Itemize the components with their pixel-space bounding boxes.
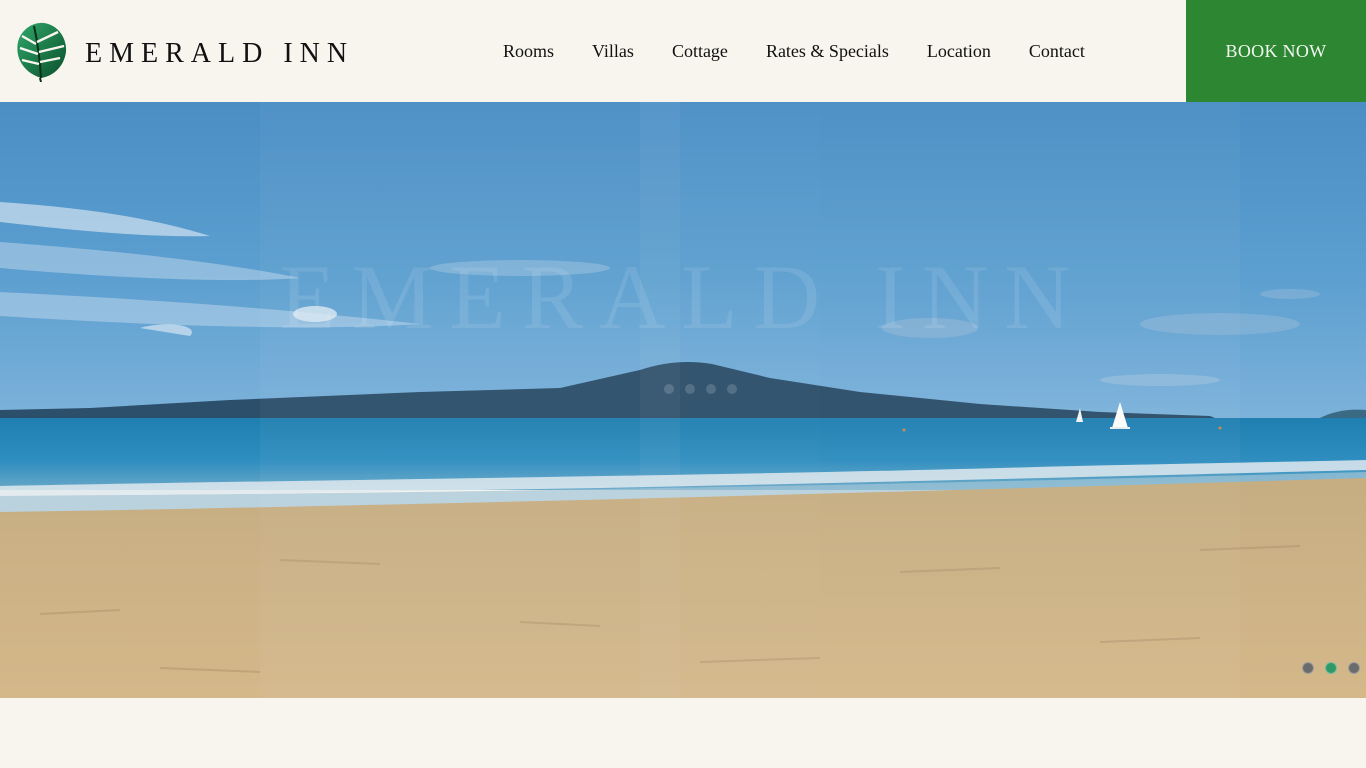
ghost-dot bbox=[706, 384, 716, 394]
nav-item-rooms[interactable]: Rooms bbox=[503, 38, 554, 64]
site-logo[interactable]: EMERALD INN bbox=[14, 20, 347, 82]
nav-item-contact[interactable]: Contact bbox=[1029, 38, 1085, 64]
slider-dot-2[interactable] bbox=[1325, 662, 1337, 674]
nav-item-cottage[interactable]: Cottage bbox=[672, 38, 728, 64]
ghost-dot bbox=[664, 384, 674, 394]
hero-ghost-dots bbox=[664, 384, 737, 394]
content-area bbox=[0, 698, 1366, 768]
nav-item-location[interactable]: Location bbox=[927, 38, 991, 64]
slider-dot-1[interactable] bbox=[1302, 662, 1314, 674]
slider-pagination bbox=[1302, 662, 1360, 674]
nav-item-villas[interactable]: Villas bbox=[592, 38, 634, 64]
monstera-leaf-icon bbox=[17, 22, 67, 82]
slider-dot-3[interactable] bbox=[1348, 662, 1360, 674]
hero-beach-image bbox=[0, 102, 1366, 698]
book-now-button[interactable]: BOOK NOW bbox=[1186, 0, 1366, 102]
main-nav: Rooms Villas Cottage Rates & Specials Lo… bbox=[503, 38, 1085, 64]
nav-item-rates-specials[interactable]: Rates & Specials bbox=[766, 38, 889, 64]
logo-text: EMERALD INN bbox=[85, 38, 355, 69]
ghost-dot bbox=[685, 384, 695, 394]
site-header: EMERALD INN Rooms Villas Cottage Rates &… bbox=[0, 0, 1366, 102]
hero-slider: EMERALD INN bbox=[0, 102, 1366, 698]
ghost-dot bbox=[727, 384, 737, 394]
